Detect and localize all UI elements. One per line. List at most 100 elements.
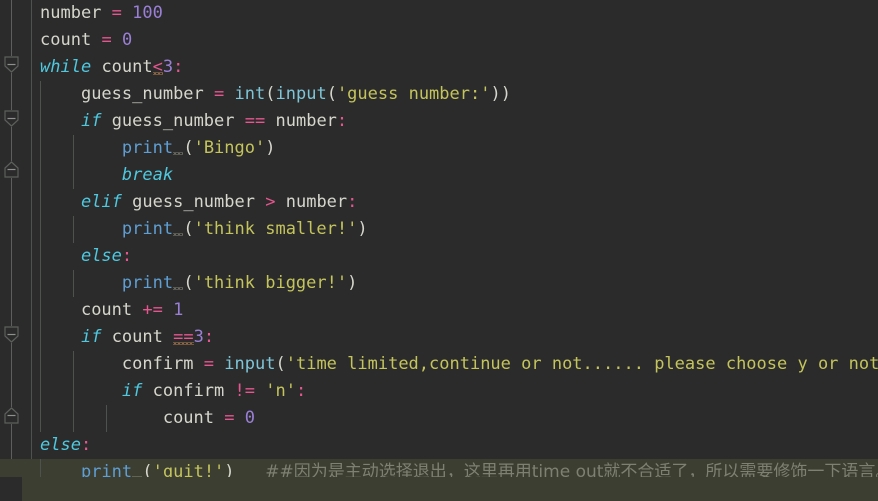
code-line[interactable]: guess_number = int(input('guess number:'…: [0, 81, 878, 108]
code-token: count: [162, 408, 215, 428]
code-token: !=: [234, 381, 256, 401]
code-token: 0: [244, 408, 256, 428]
code-token: 'guess number:': [336, 84, 491, 104]
code-token: :: [80, 435, 92, 455]
indent-guide: [40, 108, 41, 135]
indent-guide: [73, 378, 74, 405]
indent-guide: [40, 270, 41, 297]
code-line[interactable]: confirm = input('time limited,continue o…: [0, 351, 878, 378]
code-token: else: [80, 246, 122, 266]
indent-guide: [40, 405, 41, 432]
code-token: count: [40, 30, 92, 50]
code-token: guess_number: [111, 111, 235, 131]
code-token: guess_number: [132, 192, 255, 212]
code-token: =: [203, 354, 215, 374]
code-line[interactable]: else:: [0, 432, 878, 459]
code-token: if: [80, 327, 102, 347]
code-token: [173, 138, 183, 158]
code-line[interactable]: if count ==3:: [0, 324, 878, 351]
code-token: break: [121, 165, 174, 185]
code-token: =: [101, 30, 112, 50]
code-content[interactable]: number = 100 count = 0 while count<3: gues…: [0, 0, 878, 501]
code-line[interactable]: print ('think bigger!'): [0, 270, 878, 297]
indent-guide: [106, 405, 107, 432]
code-editor-surface[interactable]: number = 100 count = 0 while count<3: gues…: [0, 0, 878, 501]
indent-guide: [73, 135, 74, 162]
code-line[interactable]: print ('Bingo'): [0, 135, 878, 162]
code-token: int: [234, 84, 266, 104]
code-token: print: [121, 138, 174, 158]
code-token: number: [285, 192, 348, 212]
code-line[interactable]: elif guess_number > number:: [0, 189, 878, 216]
indent-guide: [40, 81, 41, 108]
code-token: confirm: [121, 354, 194, 374]
indent-guide: [73, 405, 74, 432]
code-token: 'time limited,continue or not...... plea…: [285, 354, 878, 374]
code-token: while: [40, 57, 92, 77]
code-token: number: [275, 111, 337, 131]
indent-guide: [40, 378, 41, 405]
indent-guide: [73, 270, 74, 297]
code-token: 'Bingo': [193, 138, 266, 158]
code-line[interactable]: count += 1: [0, 297, 878, 324]
code-line[interactable]: number = 100: [0, 0, 878, 27]
code-line[interactable]: count = 0: [0, 405, 878, 432]
code-token: )): [490, 84, 511, 104]
code-token: print: [121, 273, 174, 293]
code-token: +=: [142, 300, 163, 320]
indent-guide: [40, 243, 41, 270]
code-token: if: [80, 111, 102, 131]
code-line[interactable]: print ('think smaller!'): [0, 216, 878, 243]
code-token: =: [214, 84, 225, 104]
code-token: [173, 219, 183, 239]
code-token: :: [173, 57, 184, 77]
code-line[interactable]: count = 0: [0, 27, 878, 54]
code-token: =: [111, 3, 122, 23]
indent-guide: [40, 351, 41, 378]
code-token: elif: [80, 192, 122, 212]
code-line[interactable]: else:: [0, 243, 878, 270]
code-token: 0: [121, 30, 133, 50]
code-token: guess_number: [80, 84, 204, 104]
code-line[interactable]: break: [0, 162, 878, 189]
indent-guide: [73, 216, 74, 243]
code-line[interactable]: if confirm != 'n':: [0, 378, 878, 405]
code-token: count: [80, 300, 133, 320]
code-token: [173, 273, 183, 293]
indent-guide: [40, 324, 41, 351]
code-line[interactable]: while count<3:: [0, 54, 878, 81]
code-token: count: [101, 57, 153, 77]
code-token: (: [275, 354, 286, 374]
code-token: 100: [132, 3, 163, 23]
code-line[interactable]: if guess_number == number:: [0, 108, 878, 135]
